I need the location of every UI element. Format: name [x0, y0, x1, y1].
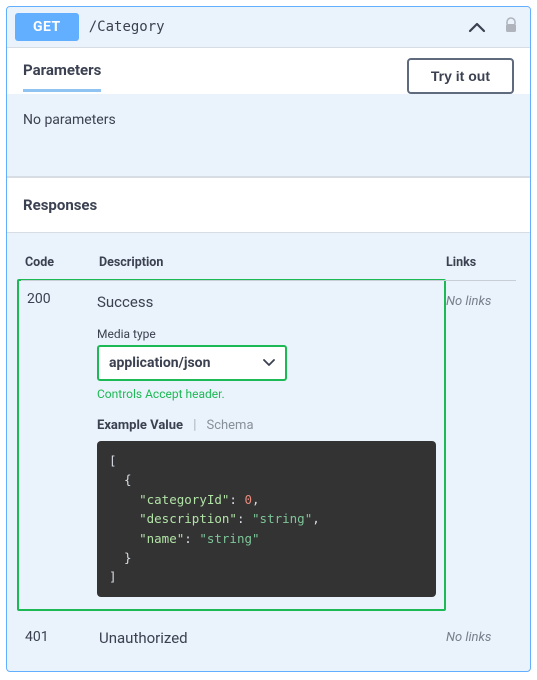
- response-code: 200: [27, 291, 97, 597]
- media-type-select[interactable]: application/json: [97, 345, 287, 381]
- parameters-section: Parameters Try it out No parameters: [7, 47, 530, 177]
- example-code-block: [ { "categoryId": 0, "description": "str…: [97, 441, 436, 597]
- chevron-down-icon: [263, 356, 275, 370]
- responses-body: Code Description Links 200 Success Media…: [7, 233, 530, 671]
- response-description: Success: [97, 291, 436, 327]
- responses-title: Responses: [7, 177, 530, 233]
- parameters-title: Parameters: [23, 61, 101, 92]
- try-it-out-button[interactable]: Try it out: [407, 58, 514, 94]
- col-header-code: Code: [21, 247, 95, 281]
- method-badge: GET: [15, 13, 79, 41]
- example-schema-tabs: Example Value | Schema: [97, 417, 436, 433]
- response-links: No links: [446, 294, 491, 309]
- response-code: 401: [21, 617, 95, 651]
- lock-icon[interactable]: [500, 17, 522, 37]
- col-header-description: Description: [95, 247, 442, 281]
- response-description: Unauthorized: [95, 617, 442, 651]
- operation-path: /Category: [89, 19, 454, 35]
- responses-table: Code Description Links 200 Success Media…: [21, 247, 516, 651]
- tab-schema[interactable]: Schema: [206, 418, 253, 433]
- no-parameters-text: No parameters: [7, 94, 530, 176]
- chevron-up-icon[interactable]: [464, 17, 490, 38]
- response-row: 200 Success Media type application/json: [21, 281, 516, 617]
- response-200-highlight: 200 Success Media type application/json: [17, 279, 446, 611]
- operation-panel: GET /Category Parameters Try it out No p…: [6, 6, 531, 672]
- response-links: No links: [446, 630, 491, 645]
- controls-accept-hint: Controls Accept header.: [97, 387, 436, 401]
- tab-example-value[interactable]: Example Value: [97, 418, 183, 433]
- col-header-links: Links: [442, 247, 516, 281]
- tab-separator: |: [193, 417, 196, 433]
- operation-header[interactable]: GET /Category: [7, 7, 530, 47]
- response-row: 401 Unauthorized No links: [21, 617, 516, 651]
- media-type-label: Media type: [97, 327, 436, 341]
- media-type-value: application/json: [109, 355, 210, 371]
